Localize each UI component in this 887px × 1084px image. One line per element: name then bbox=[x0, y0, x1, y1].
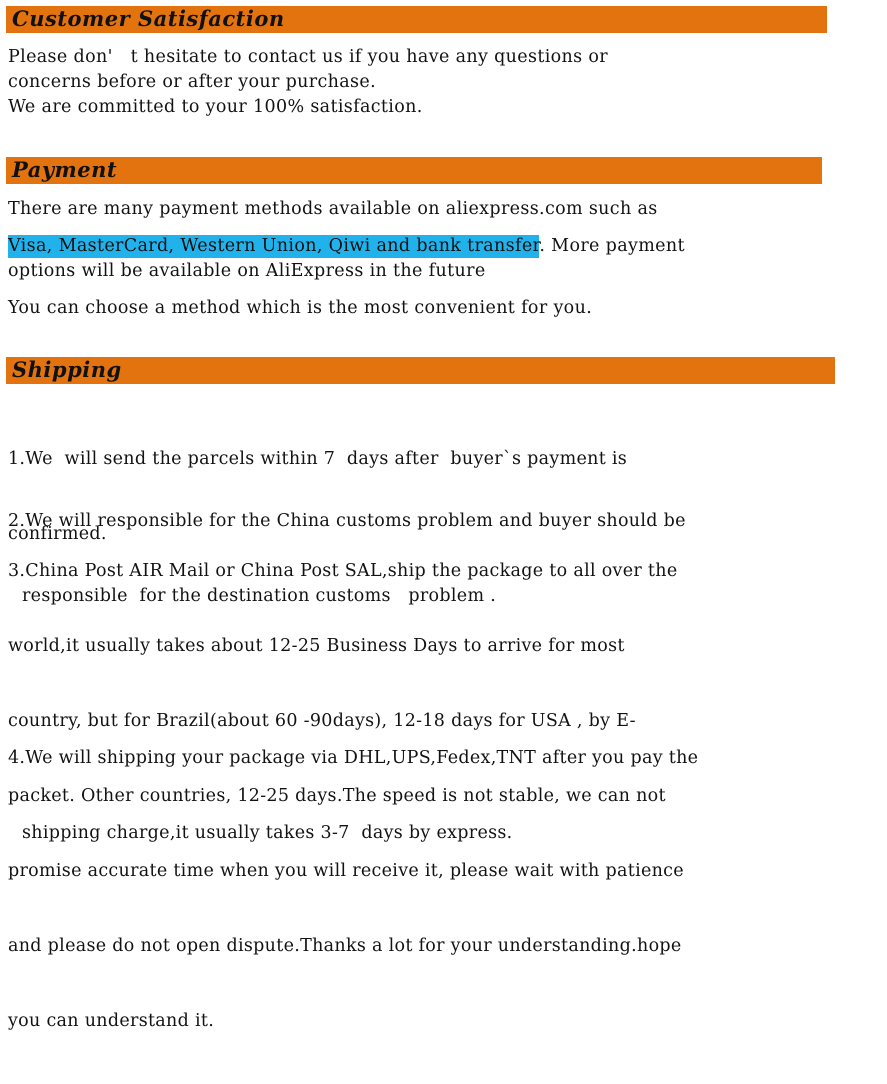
shipping-item-4-line-2: shipping charge,it usually takes 3-7 day… bbox=[22, 823, 513, 843]
payment-methods-paragraph: Visa, MasterCard, Western Union, Qiwi an… bbox=[8, 234, 883, 284]
shipping-item-3-number: 3. bbox=[8, 561, 26, 581]
shipping-item-3-line-2: world,it usually takes about 12-25 Busin… bbox=[8, 636, 625, 656]
shipping-item-4-line-1: We will shipping your package via DHL,UP… bbox=[25, 748, 699, 768]
description-page: Customer Satisfaction Please don' t hesi… bbox=[0, 0, 887, 1031]
section-header-customer-satisfaction: Customer Satisfaction bbox=[6, 6, 827, 33]
section-header-shipping: Shipping bbox=[6, 357, 835, 384]
section-title-payment: Payment bbox=[12, 157, 118, 182]
satisfaction-paragraph-2: We are committed to your 100% satisfacti… bbox=[8, 97, 423, 117]
section-header-payment: Payment bbox=[6, 157, 822, 184]
shipping-item-4: 4.We will shipping your package via DHL,… bbox=[8, 696, 887, 896]
shipping-item-4-number: 4. bbox=[8, 748, 26, 768]
section-title-customer-satisfaction: Customer Satisfaction bbox=[12, 6, 285, 31]
section-title-shipping: Shipping bbox=[12, 357, 122, 382]
payment-intro-text: There are many payment methods available… bbox=[8, 199, 658, 219]
shipping-item-3-line-6: and please do not open dispute.Thanks a … bbox=[8, 936, 682, 956]
payment-methods-highlight: Visa, MasterCard, Western Union, Qiwi an… bbox=[8, 235, 540, 258]
shipping-item-3-line-7: you can understand it. bbox=[8, 1011, 215, 1031]
payment-closing-text: You can choose a method which is the mos… bbox=[8, 298, 593, 318]
shipping-item-3-line-1: China Post AIR Mail or China Post SAL,sh… bbox=[25, 561, 678, 581]
satisfaction-paragraph-1: Please don' t hesitate to contact us if … bbox=[8, 47, 609, 92]
